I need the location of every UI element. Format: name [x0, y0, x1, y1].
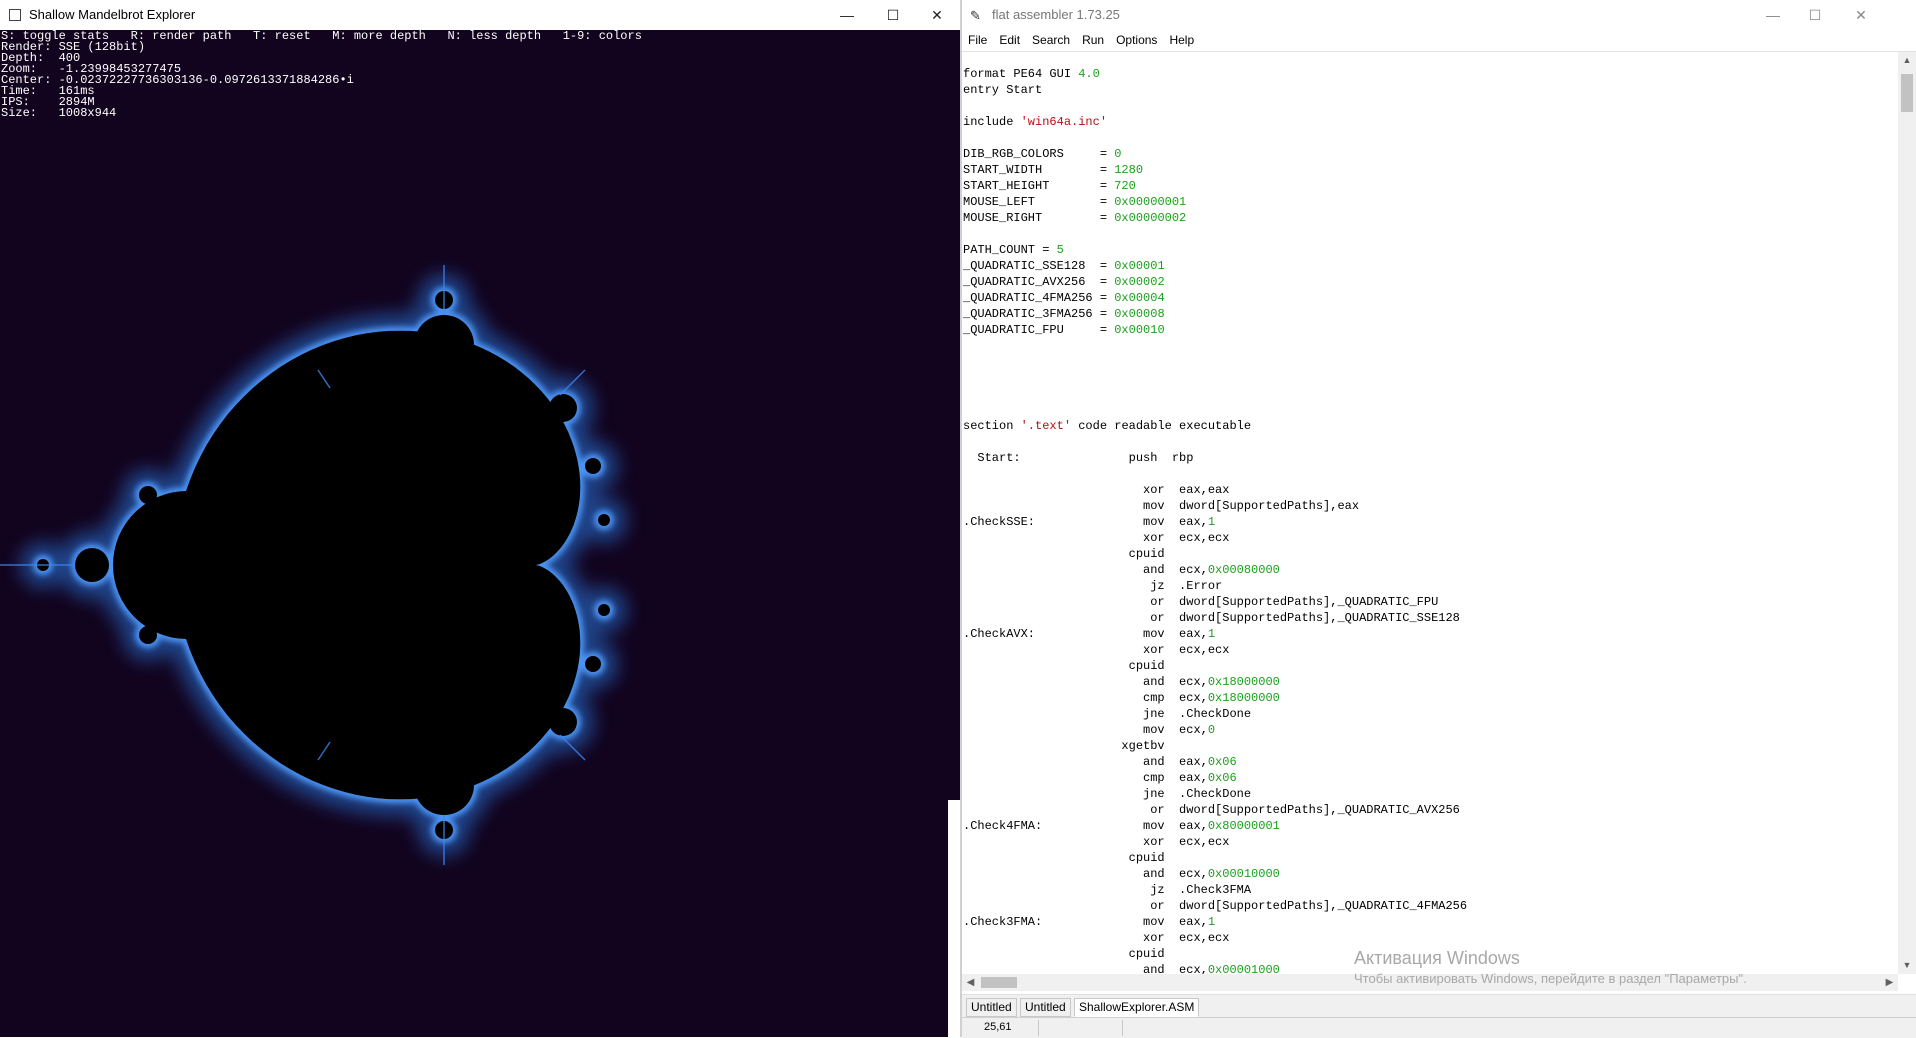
tab-shallowexplorer-asm[interactable]: ShallowExplorer.ASM	[1074, 998, 1200, 1017]
mandelbrot-window: Shallow Mandelbrot Explorer — ☐ ✕ S: tog…	[0, 0, 960, 1037]
maximize-button[interactable]: ☐	[870, 0, 916, 30]
close-button[interactable]: ✕	[914, 0, 960, 30]
menu-search[interactable]: Search	[1026, 30, 1076, 51]
window-title: Shallow Mandelbrot Explorer	[29, 7, 196, 22]
menu-edit[interactable]: Edit	[993, 30, 1026, 51]
code-editor[interactable]: format PE64 GUI 4.0 entry Start include …	[962, 52, 1898, 974]
file-tab-bar: Untitled Untitled ShallowExplorer.ASM	[962, 994, 1916, 1017]
status-bar: 25,61	[962, 1017, 1916, 1038]
app-window-icon	[9, 9, 21, 21]
close-button[interactable]: ✕	[1838, 0, 1884, 30]
scroll-thumb[interactable]	[981, 977, 1017, 988]
stats-overlay: S: toggle stats R: render path T: reset …	[1, 30, 642, 120]
fasm-window: ✎ flat assembler 1.73.25 — ☐ ✕ File Edit…	[960, 0, 1916, 1038]
scroll-right-icon[interactable]: ▶	[1881, 974, 1898, 991]
cursor-position: 25,61	[984, 1021, 1012, 1033]
tab-untitled-1[interactable]: Untitled	[966, 998, 1017, 1017]
tab-untitled-2[interactable]: Untitled	[1020, 998, 1071, 1017]
maximize-button[interactable]: ☐	[1792, 0, 1838, 30]
fasm-app-icon: ✎	[970, 8, 981, 23]
menu-options[interactable]: Options	[1110, 30, 1163, 51]
horizontal-scrollbar[interactable]: ◀ ▶	[962, 974, 1898, 991]
menu-run[interactable]: Run	[1076, 30, 1110, 51]
fasm-titlebar[interactable]: ✎ flat assembler 1.73.25 — ☐ ✕	[962, 0, 1916, 30]
vertical-scrollbar[interactable]: ▲ ▼	[1898, 52, 1916, 974]
source-code: format PE64 GUI 4.0 entry Start include …	[963, 67, 1468, 974]
mandelbrot-set-render	[0, 265, 627, 865]
fractal-canvas[interactable]: S: toggle stats R: render path T: reset …	[0, 30, 960, 1037]
window-title: flat assembler 1.73.25	[992, 7, 1120, 22]
status-divider	[1122, 1020, 1123, 1036]
scroll-left-icon[interactable]: ◀	[962, 974, 979, 991]
status-divider	[1038, 1020, 1039, 1036]
menu-help[interactable]: Help	[1163, 30, 1200, 51]
minimize-button[interactable]: —	[824, 0, 870, 30]
scroll-up-icon[interactable]: ▲	[1898, 52, 1916, 69]
menu-bar: File Edit Search Run Options Help	[962, 30, 1916, 52]
minimize-button[interactable]: —	[1750, 0, 1796, 30]
mandelbrot-titlebar[interactable]: Shallow Mandelbrot Explorer — ☐ ✕	[0, 0, 960, 31]
scroll-thumb[interactable]	[1901, 74, 1913, 112]
background-window-edge	[948, 800, 960, 1037]
scroll-down-icon[interactable]: ▼	[1898, 957, 1916, 974]
menu-file[interactable]: File	[962, 30, 993, 51]
